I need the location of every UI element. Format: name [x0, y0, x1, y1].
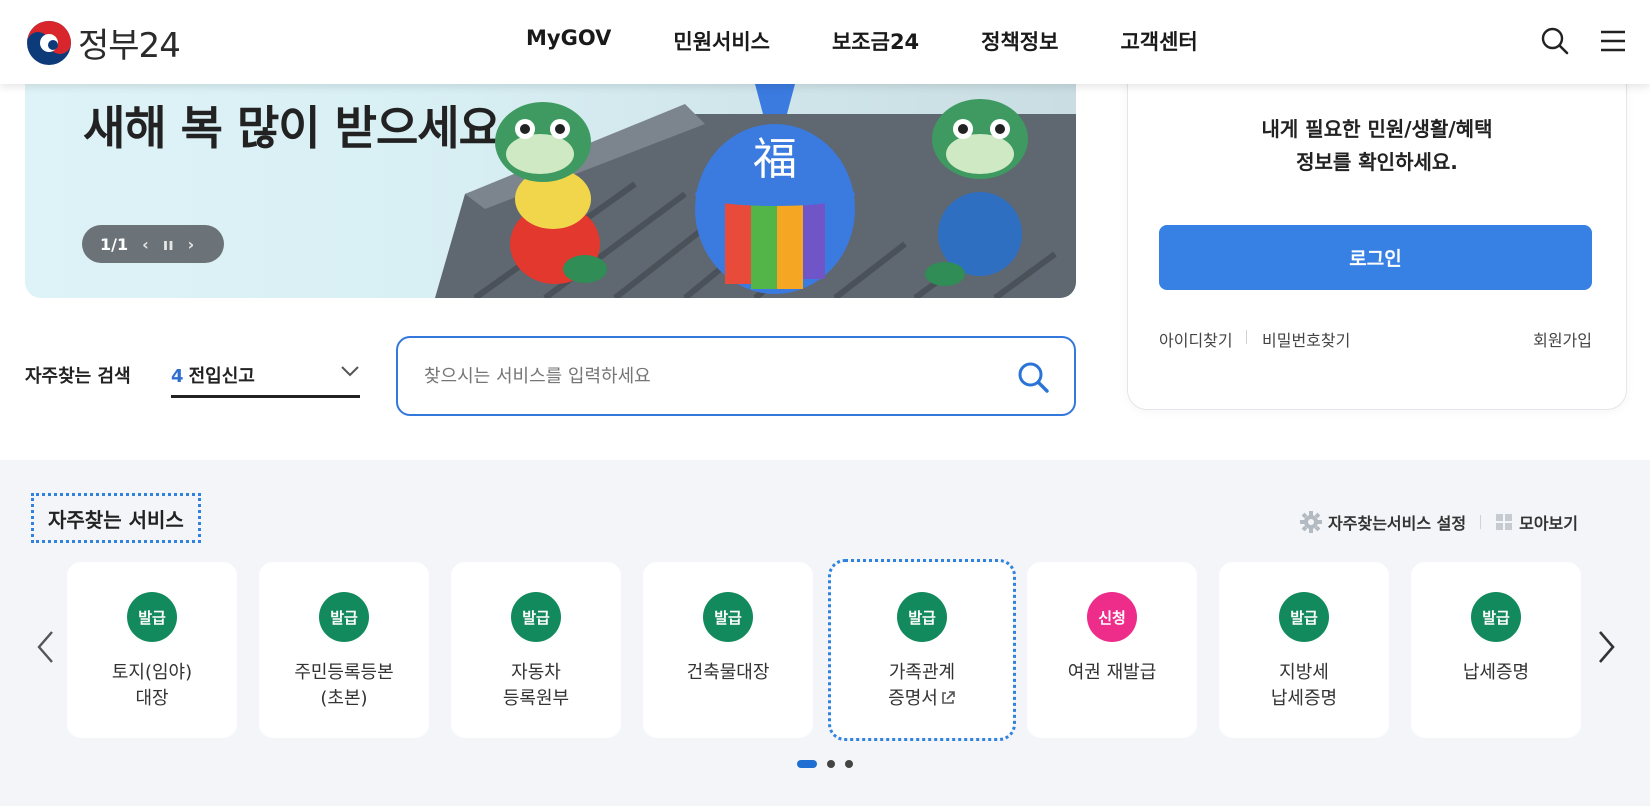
service-card[interactable]: 발급 주민등록등본 (초본): [259, 562, 429, 738]
issue-badge: 발급: [703, 592, 753, 642]
login-button[interactable]: 로그인: [1159, 225, 1592, 290]
nav-mygov[interactable]: MyGOV: [526, 26, 611, 56]
nav-policy-info[interactable]: 정책정보: [981, 26, 1058, 56]
slide-next-icon[interactable]: ›: [188, 235, 195, 254]
issue-badge: 발급: [1279, 592, 1329, 642]
service-card-label: 지방세 납세증명: [1219, 660, 1389, 712]
tools-divider: [1480, 515, 1482, 529]
favorite-search-rank: 4: [171, 366, 184, 387]
search-input[interactable]: [424, 360, 984, 392]
grid-icon: [1496, 514, 1513, 530]
page: 정부24 MyGOV 민원서비스 보조금24 정책정보 고객센터 새해 복 많이…: [0, 0, 1650, 806]
service-label-line2: 증명서: [888, 688, 938, 709]
services-settings-button[interactable]: 자주찾는서비스 설정: [1300, 510, 1466, 534]
frequent-services-section: 자주찾는 서비스 자주찾는서비스 설정 모아보기 발급 토지(임야) 대장 발급…: [0, 460, 1650, 806]
new-year-illustration: 福: [435, 84, 1076, 298]
main-banner[interactable]: 새해 복 많이 받으세요. 1/1 ‹ ıı › 福: [25, 84, 1076, 298]
find-id-link[interactable]: 아이디찾기: [1159, 327, 1233, 351]
search-box: [396, 336, 1076, 416]
login-card: 내게 필요한 민원/생활/혜택 정보를 확인하세요. 로그인 아이디찾기 비밀번…: [1127, 60, 1627, 410]
carousel-pager: [797, 760, 853, 768]
service-card-label: 건축물대장: [643, 660, 813, 686]
service-card-label: 가족관계 증명서: [831, 660, 1013, 712]
favorite-search-label: 자주찾는 검색: [25, 366, 131, 387]
service-card-label: 토지(임야) 대장: [67, 660, 237, 712]
service-card[interactable]: 발급 지방세 납세증명: [1219, 562, 1389, 738]
issue-badge: 발급: [511, 592, 561, 642]
gear-icon: [1300, 511, 1323, 533]
service-card[interactable]: 발급 토지(임야) 대장: [67, 562, 237, 738]
external-link-icon: [942, 691, 955, 704]
service-label-line2: 등록원부: [502, 688, 570, 709]
login-message-line2: 정보를 확인하세요.: [1296, 150, 1458, 174]
header-actions: [1540, 26, 1628, 56]
service-card-label: 여권 재발급: [1027, 660, 1197, 686]
pager-dot-active[interactable]: [797, 760, 817, 768]
service-card-label: 납세증명: [1411, 660, 1581, 686]
login-message-line1: 내게 필요한 민원/생활/혜택: [1261, 117, 1493, 141]
service-card-focused[interactable]: 발급 가족관계 증명서: [828, 559, 1016, 741]
services-tools: 자주찾는서비스 설정 모아보기: [1300, 510, 1578, 534]
nav-civil-services[interactable]: 민원서비스: [673, 26, 770, 56]
issue-badge: 발급: [127, 592, 177, 642]
service-card[interactable]: 발급 자동차 등록원부: [451, 562, 621, 738]
search-icon[interactable]: [1540, 26, 1570, 56]
nav-customer-center[interactable]: 고객센터: [1120, 26, 1197, 56]
slide-controls: 1/1 ‹ ıı ›: [82, 225, 224, 263]
service-label-line1: 가족관계: [888, 662, 956, 683]
slide-pause-icon[interactable]: ıı: [163, 235, 174, 254]
pager-dot[interactable]: [827, 760, 835, 768]
service-card[interactable]: 신청 여권 재발급: [1027, 562, 1197, 738]
service-label-line1: 납세증명: [1462, 662, 1530, 683]
chevron-down-icon: [341, 366, 359, 377]
taegeuk-logo-icon: [27, 20, 71, 65]
site-header: 정부24 MyGOV 민원서비스 보조금24 정책정보 고객센터: [0, 0, 1650, 84]
service-label-line1: 여권 재발급: [1067, 662, 1157, 683]
signup-link[interactable]: 회원가입: [1533, 327, 1592, 351]
view-all-button[interactable]: 모아보기: [1495, 510, 1578, 534]
service-label-line1: 지방세: [1279, 662, 1329, 683]
service-card[interactable]: 발급 건축물대장: [643, 562, 813, 738]
chevron-left-icon[interactable]: [36, 630, 56, 664]
service-label-line2: 대장: [135, 688, 169, 709]
issue-badge: 발급: [1471, 592, 1521, 642]
search-submit-icon[interactable]: [1016, 360, 1050, 394]
main-nav: MyGOV 민원서비스 보조금24 정책정보 고객센터: [526, 26, 1260, 56]
favorite-search-term: 전입신고: [188, 366, 255, 387]
service-label-line2: (초본): [320, 688, 368, 709]
service-label-line1: 토지(임야): [111, 662, 193, 683]
chevron-right-icon[interactable]: [1596, 630, 1616, 664]
service-label-line1: 자동차: [511, 662, 561, 683]
logo[interactable]: 정부24: [26, 18, 181, 67]
service-card-label: 주민등록등본 (초본): [259, 660, 429, 712]
apply-badge: 신청: [1087, 592, 1137, 642]
favorite-search-select[interactable]: 4 전입신고: [171, 362, 360, 398]
issue-badge: 발급: [897, 592, 947, 642]
logo-text: 정부24: [78, 26, 181, 66]
find-password-link[interactable]: 비밀번호찾기: [1262, 327, 1350, 351]
service-card-label: 자동차 등록원부: [451, 660, 621, 712]
link-divider: [1246, 330, 1247, 344]
slide-indicator: 1/1: [100, 234, 129, 254]
login-message: 내게 필요한 민원/생활/혜택 정보를 확인하세요.: [1128, 113, 1626, 179]
services-settings-label: 자주찾는서비스 설정: [1328, 514, 1467, 533]
view-all-label: 모아보기: [1519, 514, 1578, 533]
fortune-character: 福: [753, 134, 797, 185]
slide-prev-icon[interactable]: ‹: [142, 235, 149, 254]
service-label-line1: 주민등록등본: [294, 662, 394, 683]
pager-dot[interactable]: [845, 760, 853, 768]
nav-subsidy24[interactable]: 보조금24: [832, 26, 919, 56]
menu-icon[interactable]: [1598, 26, 1628, 56]
frequent-services-title[interactable]: 자주찾는 서비스: [31, 493, 201, 543]
service-label-line2: 납세증명: [1270, 688, 1338, 709]
service-label-line1: 건축물대장: [686, 662, 770, 683]
issue-badge: 발급: [319, 592, 369, 642]
service-card[interactable]: 발급 납세증명: [1411, 562, 1581, 738]
service-label-line2-wrap: 증명서: [831, 686, 1013, 712]
